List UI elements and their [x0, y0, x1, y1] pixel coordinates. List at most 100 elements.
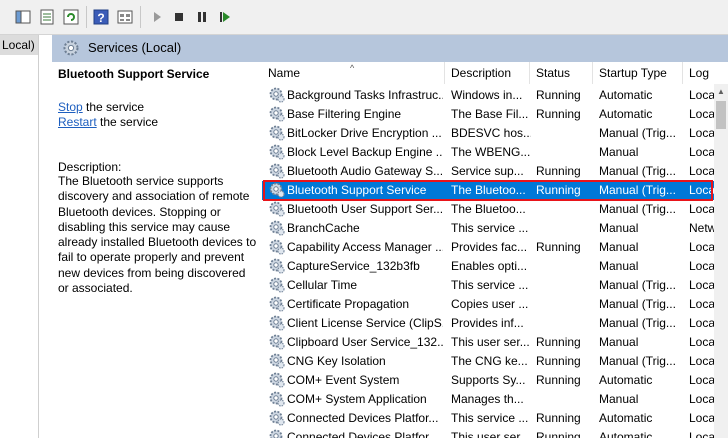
service-startup-type: Manual (Trig... [599, 354, 676, 368]
scroll-up-arrow-icon[interactable]: ▲ [714, 84, 728, 100]
service-gear-icon [269, 163, 285, 179]
service-status [536, 200, 596, 219]
service-row[interactable]: Cellular Time This service ... Manual (Tri… [262, 276, 714, 295]
pause-service-icon[interactable] [193, 8, 211, 26]
stop-service-link[interactable]: Stop [58, 100, 83, 114]
service-name: Background Tasks Infrastruc... [287, 88, 443, 102]
service-row[interactable]: BranchCache This service ... Manual Netw [262, 219, 714, 238]
service-row[interactable]: COM+ Event System Supports Sy... Running Au… [262, 371, 714, 390]
refresh-icon[interactable] [62, 8, 80, 26]
service-name: Bluetooth Audio Gateway S... [287, 164, 443, 178]
service-row[interactable]: Certificate Propagation Copies user ... Ma… [262, 295, 714, 314]
service-description: This user ser... [451, 430, 530, 438]
service-gear-icon [269, 410, 285, 426]
restart-service-icon[interactable] [216, 8, 234, 26]
service-row[interactable]: Base Filtering Engine The Base Fil... Runn… [262, 105, 714, 124]
service-log-on-as: Loca [689, 392, 714, 406]
service-status: Running [536, 107, 581, 121]
description-pane: Bluetooth Support Service Stop the servi… [52, 62, 262, 438]
service-status [536, 124, 596, 143]
service-startup-type: Automatic [599, 88, 653, 102]
column-header-name[interactable]: ^ Name [262, 62, 445, 84]
service-startup-type: Manual (Trig... [599, 202, 676, 216]
service-gear-icon [269, 182, 285, 198]
description-line: Bluetooth devices. Stopping or [58, 204, 221, 219]
service-row[interactable]: Bluetooth User Support Ser... The Bluetoo… [262, 200, 714, 219]
service-status: Running [536, 183, 581, 197]
service-startup-type: Automatic [599, 373, 653, 387]
service-gear-icon [269, 106, 285, 122]
service-row[interactable]: Block Level Backup Engine ... The WBENG..… [262, 143, 714, 162]
service-row[interactable]: CNG Key Isolation The CNG ke... Running Man… [262, 352, 714, 371]
selected-service-title: Bluetooth Support Service [58, 67, 210, 81]
service-description: This user ser... [451, 335, 530, 349]
service-log-on-as: Loca [689, 183, 714, 197]
service-startup-type: Manual (Trig... [599, 183, 676, 197]
service-description: The Base Fil... [451, 107, 529, 121]
restart-service-link[interactable]: Restart [58, 115, 97, 129]
scroll-thumb[interactable] [716, 101, 726, 129]
service-gear-icon [269, 258, 285, 274]
service-name: Bluetooth Support Service [287, 183, 427, 197]
view-icon[interactable] [116, 8, 134, 26]
stop-service-icon[interactable] [170, 8, 188, 26]
service-startup-type: Manual [599, 259, 639, 273]
service-status [536, 295, 596, 314]
service-startup-type: Manual [599, 392, 639, 406]
service-row[interactable]: Clipboard User Service_132... This user s… [262, 333, 714, 352]
service-status [536, 314, 596, 333]
service-gear-icon [269, 353, 285, 369]
service-row[interactable]: Connected Devices Platfor... This service… [262, 409, 714, 428]
column-header-startup-type[interactable]: Startup Type [593, 62, 683, 84]
service-row[interactable]: Background Tasks Infrastruc... Windows in… [262, 86, 714, 105]
service-log-on-as: Loca [689, 88, 714, 102]
service-description: The Bluetoo... [451, 183, 526, 197]
service-gear-icon [269, 429, 285, 438]
start-service-icon[interactable] [148, 8, 166, 26]
service-name: Certificate Propagation [287, 297, 410, 311]
properties-icon[interactable] [38, 8, 56, 26]
service-log-on-as: Loca [689, 240, 714, 254]
service-row[interactable]: Client License Service (ClipS... Provides… [262, 314, 714, 333]
console-tree: Local) [0, 35, 39, 438]
stop-service-suffix: the service [82, 100, 145, 114]
column-header-description[interactable]: Description [445, 62, 530, 84]
description-line: new devices from being discovered [58, 265, 246, 280]
service-name: Clipboard User Service_132... [287, 335, 443, 349]
description-label: Description: [58, 160, 122, 174]
service-description: Provides inf... [451, 316, 524, 330]
service-row[interactable]: COM+ System Application Manages th... Manu… [262, 390, 714, 409]
service-description: The CNG ke... [451, 354, 528, 368]
service-description: Enables opti... [451, 259, 528, 273]
column-header-log-on-as[interactable]: Log [683, 62, 714, 84]
service-name: Connected Devices Platfor... [287, 411, 439, 425]
service-gear-icon [269, 296, 285, 312]
service-name: Block Level Backup Engine ... [287, 145, 443, 159]
column-header-status[interactable]: Status [530, 62, 593, 84]
service-name: CaptureService_132b3fb [287, 259, 420, 273]
description-text: The Bluetooth service supports discovery… [58, 174, 258, 296]
vertical-scrollbar[interactable]: ▲ [714, 84, 728, 438]
service-status [536, 276, 596, 295]
service-log-on-as: Loca [689, 202, 714, 216]
help-icon[interactable]: ? [92, 8, 110, 26]
service-log-on-as: Loca [689, 373, 714, 387]
service-row[interactable]: Connected Devices Platfor... This user se… [262, 428, 714, 438]
service-description: The Bluetoo... [451, 202, 526, 216]
column-header-status-label: Status [536, 66, 571, 80]
service-row[interactable]: Bluetooth Support Service The Bluetoo... R… [262, 181, 714, 200]
service-row[interactable]: Capability Access Manager ... Provides fa… [262, 238, 714, 257]
service-name: Capability Access Manager ... [287, 240, 443, 254]
service-name: COM+ System Application [287, 392, 427, 406]
service-log-on-as: Loca [689, 297, 714, 311]
services-header: Services (Local) [52, 35, 728, 62]
service-status: Running [536, 430, 581, 438]
service-row[interactable]: BitLocker Drive Encryption ... BDESVC hos… [262, 124, 714, 143]
tree-item-services-local[interactable]: Local) [0, 35, 38, 55]
service-log-on-as: Loca [689, 278, 714, 292]
svg-text:?: ? [97, 11, 104, 25]
service-row[interactable]: CaptureService_132b3fb Enables opti... Man… [262, 257, 714, 276]
console-tree-icon[interactable] [14, 8, 32, 26]
service-gear-icon [269, 372, 285, 388]
service-row[interactable]: Bluetooth Audio Gateway S... Service sup.… [262, 162, 714, 181]
